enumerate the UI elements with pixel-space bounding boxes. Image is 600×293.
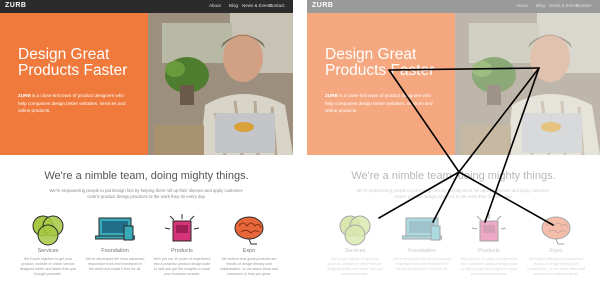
service-title: Foundation [101,248,129,254]
service-description: We'll put our 15 years of experience int… [153,257,211,276]
service-item-expo[interactable]: Expo We believe that great products are … [219,214,279,277]
brain-icon [234,216,264,245]
section-tagline: We're a nimble team, doing mighty things… [44,170,249,182]
service-title: Expo [242,248,256,254]
hero-title: Design Great Products Faster [18,46,128,79]
gaze-path-overlay [378,67,554,226]
nav-link-contact[interactable]: Contact [269,3,285,8]
service-item-products[interactable]: Products We'll put our 15 years of exper… [152,214,212,277]
path-line-face-to-products [484,67,540,223]
path-line-face-to-hub [458,67,540,173]
page-screenshot-annotated: ZURB About Blog News & Events Contact De… [307,0,600,293]
path-line-hub-to-expo [458,171,554,226]
hero-photo-designer [0,13,293,155]
devices-icon [95,217,135,241]
section-subtext: We're empowering people to put Design fi… [49,188,244,199]
page-screenshot-original: ZURB About Blog News & Events Contact De… [0,0,293,293]
service-description: We believe that great products are resul… [219,257,279,276]
nav-link-blog[interactable]: Blog [229,3,238,8]
nav-link-about[interactable]: About [209,3,221,8]
hero-section: Design Great Products Faster ZURB is a cl… [0,13,293,155]
service-description: We'll work together to get your product,… [19,257,77,276]
service-title: Products [171,248,193,254]
path-line-title-to-face [388,67,540,71]
hero-description: ZURB is a close-knit team of product des… [18,93,126,113]
venn-circles-icon [32,215,64,246]
service-title: Services [37,248,59,254]
service-description: We've developed the most advanced respon… [85,257,145,271]
logo[interactable]: ZURB [5,2,26,9]
nav-link-news-events[interactable]: News & Events [242,3,273,8]
service-item-services[interactable]: Services We'll work together to get your… [18,214,78,277]
top-navigation: ZURB About Blog News & Events Contact [0,0,293,13]
product-box-icon [164,214,200,242]
service-item-foundation[interactable]: Foundation We've developed the most adva… [85,214,145,272]
path-line-title-to-hub [388,69,460,173]
